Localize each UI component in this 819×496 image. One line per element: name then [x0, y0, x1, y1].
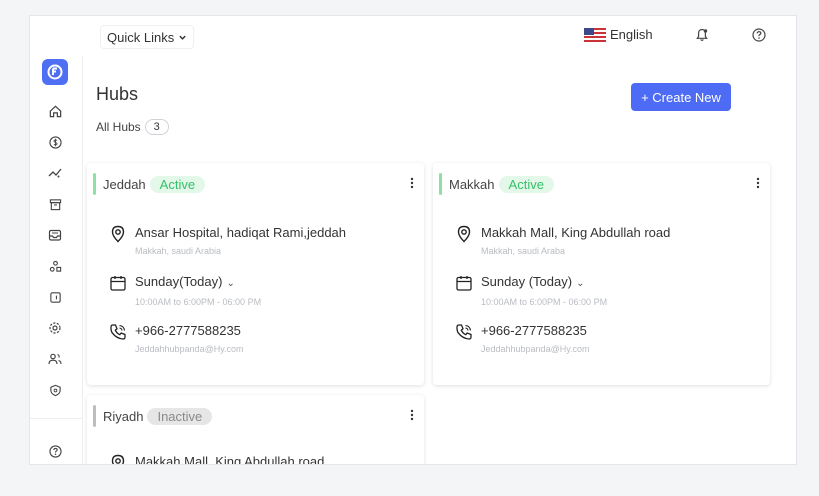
chevron-down-icon[interactable]: ⌄ — [576, 278, 584, 289]
quick-links-label: Quick Links — [107, 29, 175, 45]
hub-address-row: Makkah Mall, King Abdullah road Makkah, … — [455, 224, 670, 256]
phone-icon — [456, 324, 472, 340]
status-bar — [93, 173, 96, 195]
archive-icon[interactable] — [47, 196, 63, 212]
hub-phone: +966-2777588235 — [481, 323, 587, 338]
hub-card-makkah[interactable]: Makkah Active Makkah Mall, King Abdullah… — [433, 163, 770, 385]
hub-count-badge: 3 — [144, 119, 169, 135]
hub-address: Makkah Mall, King Abdullah road — [135, 454, 325, 465]
all-hubs-filter[interactable]: All Hubs 3 — [96, 119, 169, 135]
hub-region: Makkah, saudi Araba — [481, 246, 566, 256]
hub-region: Makkah, saudi Arabia — [135, 246, 222, 256]
language-selector[interactable]: English — [584, 27, 653, 42]
shield-icon[interactable] — [47, 382, 63, 398]
calendar-icon — [456, 276, 472, 291]
hub-schedule-row[interactable]: Sunday(Today) ⌄ 10:00AM to 6:00PM - 06:00… — [109, 273, 261, 307]
phone-icon — [110, 324, 126, 340]
create-new-button[interactable]: + Create New — [631, 83, 731, 111]
calendar-icon — [110, 276, 126, 291]
wallet-icon[interactable] — [47, 289, 63, 305]
hub-address: Makkah Mall, King Abdullah road — [481, 225, 671, 240]
page-title: Hubs — [96, 84, 139, 104]
hub-name: Makkah — [449, 176, 495, 192]
status-bar — [439, 173, 442, 195]
location-pin-icon — [111, 454, 125, 464]
hub-card-riyadh[interactable]: Riyadh Inactive Makkah Mall, King Abdull… — [87, 395, 424, 465]
hub-contact-row: +966-2777588235 Jeddahhubpanda@Hy.com — [109, 322, 244, 354]
more-options-icon[interactable] — [410, 177, 414, 189]
notification-bell-icon[interactable] — [695, 28, 709, 42]
location-pin-icon — [111, 225, 125, 243]
hub-address-row: Makkah Mall, King Abdullah road — [109, 453, 325, 465]
hub-day: Sunday (Today) — [481, 274, 573, 289]
dollar-icon[interactable] — [47, 134, 63, 150]
status-badge: Active — [149, 175, 206, 193]
hub-phone: +966-2777588235 — [135, 323, 241, 338]
hub-address-row: Ansar Hospital, hadiqat Rami,jeddah Makk… — [109, 224, 346, 256]
status-badge: Inactive — [147, 407, 213, 425]
quick-links-dropdown[interactable]: Quick Links — [100, 25, 195, 49]
hub-card-jeddah[interactable]: Jeddah Active Ansar Hospital, hadiqat Ra… — [87, 163, 424, 385]
chevron-down-icon[interactable]: ⌄ — [226, 278, 234, 289]
status-badge: Active — [498, 175, 554, 193]
chevron-down-icon — [179, 35, 186, 40]
help-icon[interactable] — [752, 28, 766, 42]
hub-hours: 10:00AM to 6:00PM - 06:00 PM — [481, 297, 608, 307]
inbox-icon[interactable] — [47, 227, 63, 243]
analytics-icon[interactable] — [47, 165, 63, 181]
status-bar — [93, 405, 96, 427]
hub-card-header: Makkah Active — [439, 173, 554, 195]
users-icon[interactable] — [47, 351, 63, 367]
top-bar: Quick Links English — [30, 16, 796, 56]
hub-email: Jeddahhubpanda@Hy.com — [481, 344, 590, 354]
hub-card-header: Jeddah Active — [93, 173, 206, 195]
help-icon[interactable] — [47, 443, 63, 459]
hub-schedule-row[interactable]: Sunday (Today) ⌄ 10:00AM to 6:00PM - 06:0… — [455, 273, 607, 307]
shapes-icon[interactable] — [47, 258, 63, 274]
more-options-icon[interactable] — [410, 409, 414, 421]
hub-address: Ansar Hospital, hadiqat Rami,jeddah — [135, 225, 347, 240]
language-label: English — [610, 27, 653, 42]
all-hubs-label: All Hubs — [96, 120, 141, 134]
hub-email: Jeddahhubpanda@Hy.com — [135, 344, 244, 354]
more-options-icon[interactable] — [756, 177, 760, 189]
settings-icon[interactable] — [47, 320, 63, 336]
sidebar-divider — [30, 418, 82, 419]
app-frame: Quick Links English Hubs All Hubs 3 + Cr… — [29, 15, 797, 465]
location-pin-icon — [457, 225, 471, 243]
hub-name: Jeddah — [103, 176, 146, 192]
hub-day: Sunday(Today) — [135, 274, 223, 289]
hub-hours: 10:00AM to 6:00PM - 06:00 PM — [135, 297, 262, 307]
hub-name: Riyadh — [103, 408, 144, 424]
us-flag-icon — [584, 27, 606, 42]
home-icon[interactable] — [47, 103, 63, 119]
hub-card-header: Riyadh Inactive — [93, 405, 213, 427]
app-logo[interactable] — [42, 59, 68, 85]
hub-contact-row: +966-2777588235 Jeddahhubpanda@Hy.com — [455, 322, 590, 354]
sidebar — [30, 56, 83, 464]
